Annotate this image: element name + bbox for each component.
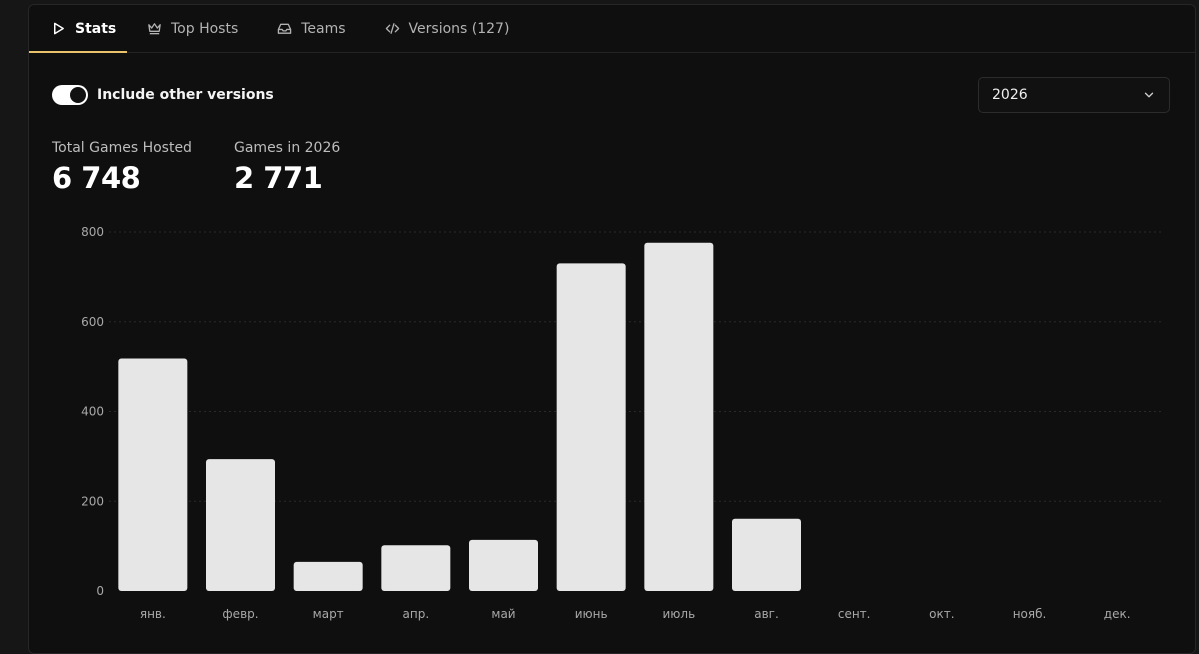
bar[interactable] (469, 539, 538, 591)
games-bar-chart: 0 200 400 600 800 янв. февр. март апр. май июнь июл… (81, 225, 1161, 621)
bar[interactable] (118, 358, 188, 591)
x-tick-label: июнь (575, 607, 608, 621)
x-tick-label: май (491, 607, 515, 621)
x-tick-label: авг. (754, 607, 779, 621)
x-tick-label: сент. (838, 607, 871, 621)
bar[interactable] (732, 518, 801, 591)
x-tick-label: янв. (140, 607, 166, 621)
x-tick-label: апр. (403, 607, 430, 621)
bar[interactable] (206, 459, 275, 591)
x-tick-label: окт. (929, 607, 954, 621)
y-tick-label: 0 (96, 584, 104, 598)
x-tick-label: дек. (1104, 607, 1131, 621)
y-tick-label: 800 (81, 225, 104, 239)
bar[interactable] (644, 242, 714, 591)
x-tick-label: нояб. (1013, 607, 1047, 621)
bar[interactable] (381, 545, 451, 591)
y-tick-label: 400 (81, 405, 104, 419)
x-tick-label: июль (663, 607, 696, 621)
bar[interactable] (556, 263, 626, 591)
x-tick-label: февр. (222, 607, 258, 621)
stats-panel: Stats Top Hosts Teams Versions (127) Inc… (28, 4, 1196, 654)
bar[interactable] (293, 561, 363, 591)
y-tick-label: 200 (81, 494, 104, 508)
y-tick-label: 600 (81, 315, 104, 329)
x-tick-label: март (313, 607, 344, 621)
